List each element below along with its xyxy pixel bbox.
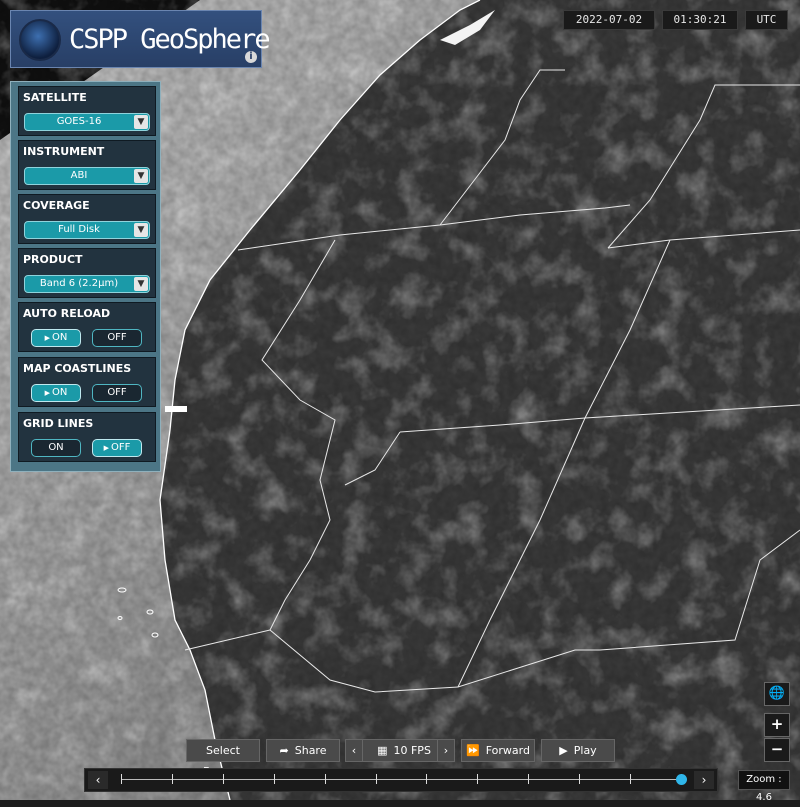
timeline-tick[interactable] (426, 774, 428, 784)
play-icon: ▶ (559, 744, 568, 757)
timeline-tick[interactable] (273, 774, 275, 784)
product-select[interactable]: Band 6 (2.2μm) ▼ (24, 275, 150, 293)
globe-icon[interactable]: 🌐 (764, 682, 790, 706)
timeline-slider[interactable]: ‹ › (84, 768, 718, 792)
map-coastlines-section: MAP COASTLINES ▶ ON OFF (18, 357, 156, 407)
auto-reload-off-button[interactable]: OFF (92, 329, 142, 347)
film-icon: ▦ (377, 744, 388, 757)
map-coastlines-off-label: OFF (107, 387, 127, 398)
timeline-tick[interactable] (528, 774, 530, 784)
info-icon[interactable]: i (245, 51, 257, 63)
grid-lines-on-label: ON (48, 442, 64, 453)
grid-lines-label: GRID LINES (23, 417, 94, 430)
select-frames-button[interactable]: Select Frames (186, 739, 260, 778)
forward-label: Forward (485, 744, 530, 757)
chevron-down-icon: ▼ (134, 115, 148, 129)
timeline-prev-button[interactable]: ‹ (88, 771, 108, 789)
map-coastlines-on-label: ON (52, 387, 68, 398)
timeline-tick[interactable] (579, 774, 581, 784)
coverage-select[interactable]: Full Disk ▼ (24, 221, 150, 239)
fast-forward-icon: ⏩ (466, 744, 480, 757)
coverage-section: COVERAGE Full Disk ▼ (18, 194, 156, 244)
timeline-tick[interactable] (375, 774, 377, 784)
zoom-in-button[interactable]: + (764, 713, 790, 737)
satellite-label: SATELLITE (23, 91, 87, 104)
product-label: PRODUCT (23, 253, 83, 266)
grid-lines-off-label: OFF (111, 442, 131, 453)
share-icon: ➦ (279, 744, 289, 757)
chevron-down-icon: ▼ (134, 223, 148, 237)
auto-reload-off-label: OFF (107, 332, 127, 343)
timeline-tick[interactable] (324, 774, 326, 784)
map-coastlines-off-button[interactable]: OFF (92, 384, 142, 402)
date-display: 2022-07-02 (563, 10, 655, 30)
time-display: 01:30:21 (662, 10, 738, 30)
play-arrow-icon: ▶ (103, 444, 109, 452)
timeline-tick[interactable] (171, 774, 173, 784)
timeline-tick[interactable] (630, 774, 632, 784)
timeline-handle[interactable] (676, 774, 687, 785)
play-button[interactable]: ▶ Play (541, 739, 615, 762)
play-label: Play (573, 744, 597, 757)
timeline-track[interactable] (121, 774, 687, 785)
timeline-tick[interactable] (477, 774, 479, 784)
share-button[interactable]: ➦ Share (266, 739, 340, 762)
timeline-next-button[interactable]: › (694, 771, 714, 789)
coverage-value: Full Disk (58, 224, 100, 235)
chevron-down-icon: ▼ (134, 169, 148, 183)
satellite-select[interactable]: GOES-16 ▼ (24, 113, 150, 131)
forward-button[interactable]: ⏩ Forward (461, 739, 535, 762)
zoom-level: Zoom : 4.6 (738, 770, 790, 803)
grid-lines-off-button[interactable]: ▶ OFF (92, 439, 142, 457)
instrument-section: INSTRUMENT ABI ▼ (18, 140, 156, 190)
play-arrow-icon: ▶ (44, 389, 51, 397)
product-value: Band 6 (2.2μm) (39, 278, 119, 289)
timeline-tick[interactable] (222, 774, 224, 784)
settings-panel: SATELLITE GOES-16 ▼ INSTRUMENT ABI ▼ COV… (10, 81, 161, 472)
share-label: Share (294, 744, 327, 757)
zoom-out-button[interactable]: − (764, 738, 790, 762)
fps-control: ‹ ▦ 10 FPS › (345, 739, 455, 762)
grid-lines-section: GRID LINES ON ▶ OFF (18, 412, 156, 462)
instrument-label: INSTRUMENT (23, 145, 105, 158)
instrument-select[interactable]: ABI ▼ (24, 167, 150, 185)
app-title: CSPP GeoSphere (69, 24, 271, 55)
chevron-down-icon: ▼ (134, 277, 148, 291)
timeline-tick[interactable] (121, 774, 122, 784)
auto-reload-on-button[interactable]: ▶ ON (31, 329, 81, 347)
app-header: CSPP GeoSphere i (10, 10, 271, 68)
fps-increase-button[interactable]: › (437, 740, 454, 761)
fps-decrease-button[interactable]: ‹ (346, 740, 363, 761)
satellite-value: GOES-16 (56, 116, 102, 127)
fps-label: 10 FPS (393, 744, 431, 757)
product-section: PRODUCT Band 6 (2.2μm) ▼ (18, 248, 156, 298)
timezone-display: UTC (745, 10, 788, 30)
instrument-value: ABI (70, 170, 88, 181)
satellite-section: SATELLITE GOES-16 ▼ (18, 86, 156, 136)
auto-reload-label: AUTO RELOAD (23, 307, 111, 320)
play-arrow-icon: ▶ (44, 334, 51, 342)
auto-reload-section: AUTO RELOAD ▶ ON OFF (18, 302, 156, 352)
grid-lines-on-button[interactable]: ON (31, 439, 81, 457)
map-coastlines-on-button[interactable]: ▶ ON (31, 384, 81, 402)
cspp-logo-icon (19, 19, 61, 61)
map-coastlines-label: MAP COASTLINES (23, 362, 132, 375)
coverage-label: COVERAGE (23, 199, 90, 212)
auto-reload-on-label: ON (52, 332, 68, 343)
